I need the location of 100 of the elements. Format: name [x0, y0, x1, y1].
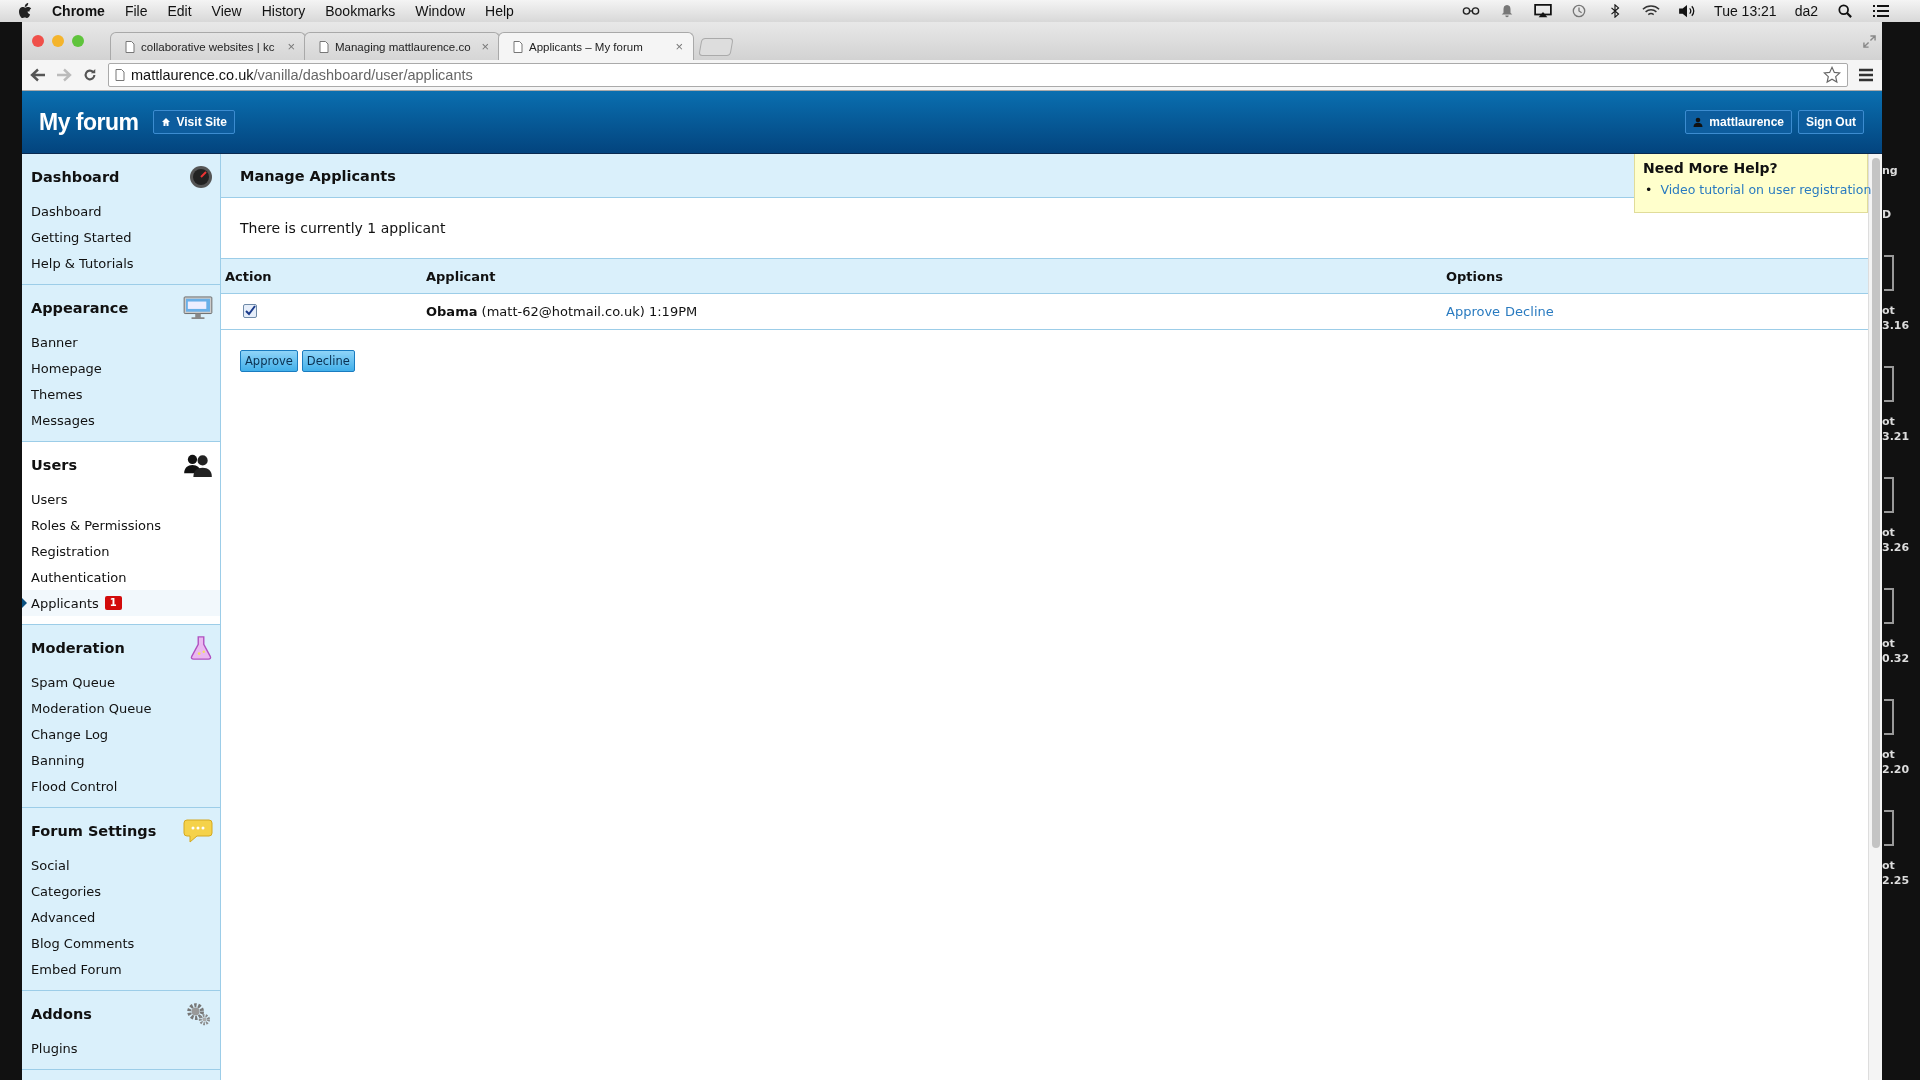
- sidebar-item[interactable]: Social: [22, 852, 220, 878]
- desktop-label[interactable]: ot: [1882, 303, 1895, 318]
- sidebar-item-label: Moderation Queue: [31, 700, 152, 716]
- sidebar-item-label: Roles & Permissions: [31, 517, 162, 533]
- airplay-icon[interactable]: [1534, 4, 1553, 18]
- sidebar-item[interactable]: Messages: [22, 407, 220, 433]
- sidebar-item-label: Spam Queue: [31, 674, 115, 690]
- speech-bubble-icon: [183, 819, 213, 843]
- sidebar-item[interactable]: Flood Control: [22, 773, 220, 799]
- menu-icon[interactable]: [1858, 68, 1874, 82]
- menu-user-name[interactable]: da2: [1794, 3, 1818, 19]
- desktop-label[interactable]: ot: [1882, 525, 1895, 540]
- desktop-label[interactable]: ot: [1882, 636, 1895, 651]
- option-link[interactable]: Approve: [1446, 304, 1501, 319]
- file-icon[interactable]: [1884, 477, 1894, 513]
- user-profile-button[interactable]: mattlaurence: [1685, 110, 1792, 134]
- sign-out-button[interactable]: Sign Out: [1798, 110, 1864, 134]
- sidebar-item[interactable]: Registration: [22, 538, 220, 564]
- desktop-label[interactable]: 3.21: [1882, 429, 1910, 444]
- sidebar-heading: Dashboard: [31, 169, 120, 185]
- sidebar-item[interactable]: Banning: [22, 747, 220, 773]
- sidebar-item[interactable]: Users: [22, 486, 220, 512]
- sidebar-heading: Users: [31, 457, 78, 473]
- sidebar-item-label: Change Log: [31, 726, 109, 742]
- fullscreen-icon[interactable]: [1863, 34, 1876, 48]
- sidebar-item[interactable]: Themes: [22, 381, 220, 407]
- wifi-icon[interactable]: [1642, 4, 1661, 18]
- sidebar-item-label: Authentication: [31, 569, 127, 585]
- desktop-label[interactable]: 3.26: [1882, 540, 1910, 555]
- sidebar-item[interactable]: Banner: [22, 329, 220, 355]
- sidebar-item[interactable]: Dashboard: [22, 198, 220, 224]
- menu-item[interactable]: View: [211, 3, 242, 19]
- column-header: Applicant: [422, 258, 1442, 294]
- sidebar-heading: Addons: [31, 1006, 92, 1022]
- file-icon[interactable]: [1884, 588, 1894, 624]
- row-checkbox[interactable]: [243, 303, 257, 318]
- sidebar-item[interactable]: Homepage: [22, 355, 220, 381]
- sidebar-item-label: Plugins: [31, 1040, 78, 1056]
- desktop-label[interactable]: 2.25: [1882, 873, 1910, 888]
- browser-tab[interactable]: collaborative websites | kc ×: [110, 32, 306, 60]
- sidebar-item[interactable]: Blog Comments: [22, 930, 220, 956]
- file-icon[interactable]: [1884, 810, 1894, 846]
- forum-title[interactable]: My forum: [39, 108, 139, 136]
- back-icon[interactable]: [30, 68, 46, 82]
- sidebar-item-label: Flood Control: [31, 778, 118, 794]
- sidebar-item[interactable]: Roles & Permissions: [22, 512, 220, 538]
- list-icon[interactable]: [1872, 4, 1890, 18]
- sidebar-item[interactable]: Moderation Queue: [22, 695, 220, 721]
- menu-clock[interactable]: Tue 13:21: [1714, 3, 1777, 19]
- file-icon[interactable]: [1884, 366, 1894, 402]
- volume-icon[interactable]: [1678, 4, 1697, 18]
- apple-logo-icon[interactable]: [18, 3, 32, 19]
- menu-item[interactable]: Edit: [167, 3, 192, 19]
- bookmark-star-icon[interactable]: [1823, 66, 1841, 84]
- menu-item[interactable]: Bookmarks: [325, 3, 396, 19]
- tab-close-button[interactable]: ×: [675, 39, 683, 54]
- sidebar-item-label: Help & Tutorials: [31, 255, 134, 271]
- sidebar-item[interactable]: Applicants 1: [22, 590, 220, 616]
- desktop-label[interactable]: D: [1882, 207, 1892, 222]
- sidebar-item[interactable]: Help & Tutorials: [22, 250, 220, 276]
- sidebar-item[interactable]: Embed Forum: [22, 956, 220, 982]
- file-icon[interactable]: [1884, 255, 1894, 291]
- search-icon[interactable]: [1836, 4, 1854, 18]
- count-badge: 1: [104, 596, 122, 610]
- browser-tab[interactable]: Managing mattlaurence.co ×: [304, 32, 500, 60]
- desktop-label[interactable]: ot: [1882, 414, 1895, 429]
- desktop-label[interactable]: 3.16: [1882, 318, 1910, 333]
- menu-item[interactable]: Window: [415, 3, 466, 19]
- sidebar-item[interactable]: Advanced: [22, 904, 220, 930]
- visit-site-button[interactable]: Visit Site: [152, 110, 235, 134]
- close-window-button[interactable]: [32, 35, 44, 47]
- reload-icon[interactable]: [82, 68, 98, 82]
- help-link[interactable]: Video tutorial on user registration: [1660, 182, 1872, 197]
- sidebar-item[interactable]: Change Log: [22, 721, 220, 747]
- browser-tab[interactable]: Applicants – My forum ×: [498, 32, 694, 60]
- desktop-label[interactable]: ng: [1882, 163, 1898, 178]
- file-icon[interactable]: [1884, 699, 1894, 735]
- applicant-info: Obama (matt-62@hotmail.co.uk) 1:19PM: [426, 304, 698, 319]
- address-bar[interactable]: mattlaurence.co.uk/vanilla/dashboard/user/applicants: [108, 63, 1848, 87]
- desktop-label[interactable]: 2.20: [1882, 762, 1910, 777]
- action-button[interactable]: Approve: [240, 350, 298, 372]
- pointer-icon: [22, 598, 27, 608]
- bullet-mark: •: [1645, 182, 1653, 197]
- menu-item[interactable]: History: [261, 3, 306, 19]
- sidebar-item[interactable]: Plugins: [22, 1035, 220, 1061]
- menu-item[interactable]: File: [124, 3, 148, 19]
- action-button[interactable]: Decline: [301, 350, 355, 372]
- menu-app-name[interactable]: Chrome: [52, 3, 105, 19]
- sidebar-item[interactable]: Categories: [22, 878, 220, 904]
- sidebar-item[interactable]: Spam Queue: [22, 669, 220, 695]
- menu-item[interactable]: Help: [485, 3, 514, 19]
- desktop-label[interactable]: ot: [1882, 858, 1895, 873]
- desktop-label[interactable]: ot: [1882, 747, 1895, 762]
- column-header: Action: [221, 258, 422, 294]
- sidebar-heading: Moderation: [31, 640, 125, 656]
- sidebar-item[interactable]: Getting Started: [22, 224, 220, 250]
- desktop-label[interactable]: 0.32: [1882, 651, 1910, 666]
- glasses-icon[interactable]: [1462, 4, 1481, 18]
- option-link[interactable]: Decline: [1505, 304, 1554, 319]
- sidebar-item[interactable]: Authentication: [22, 564, 220, 590]
